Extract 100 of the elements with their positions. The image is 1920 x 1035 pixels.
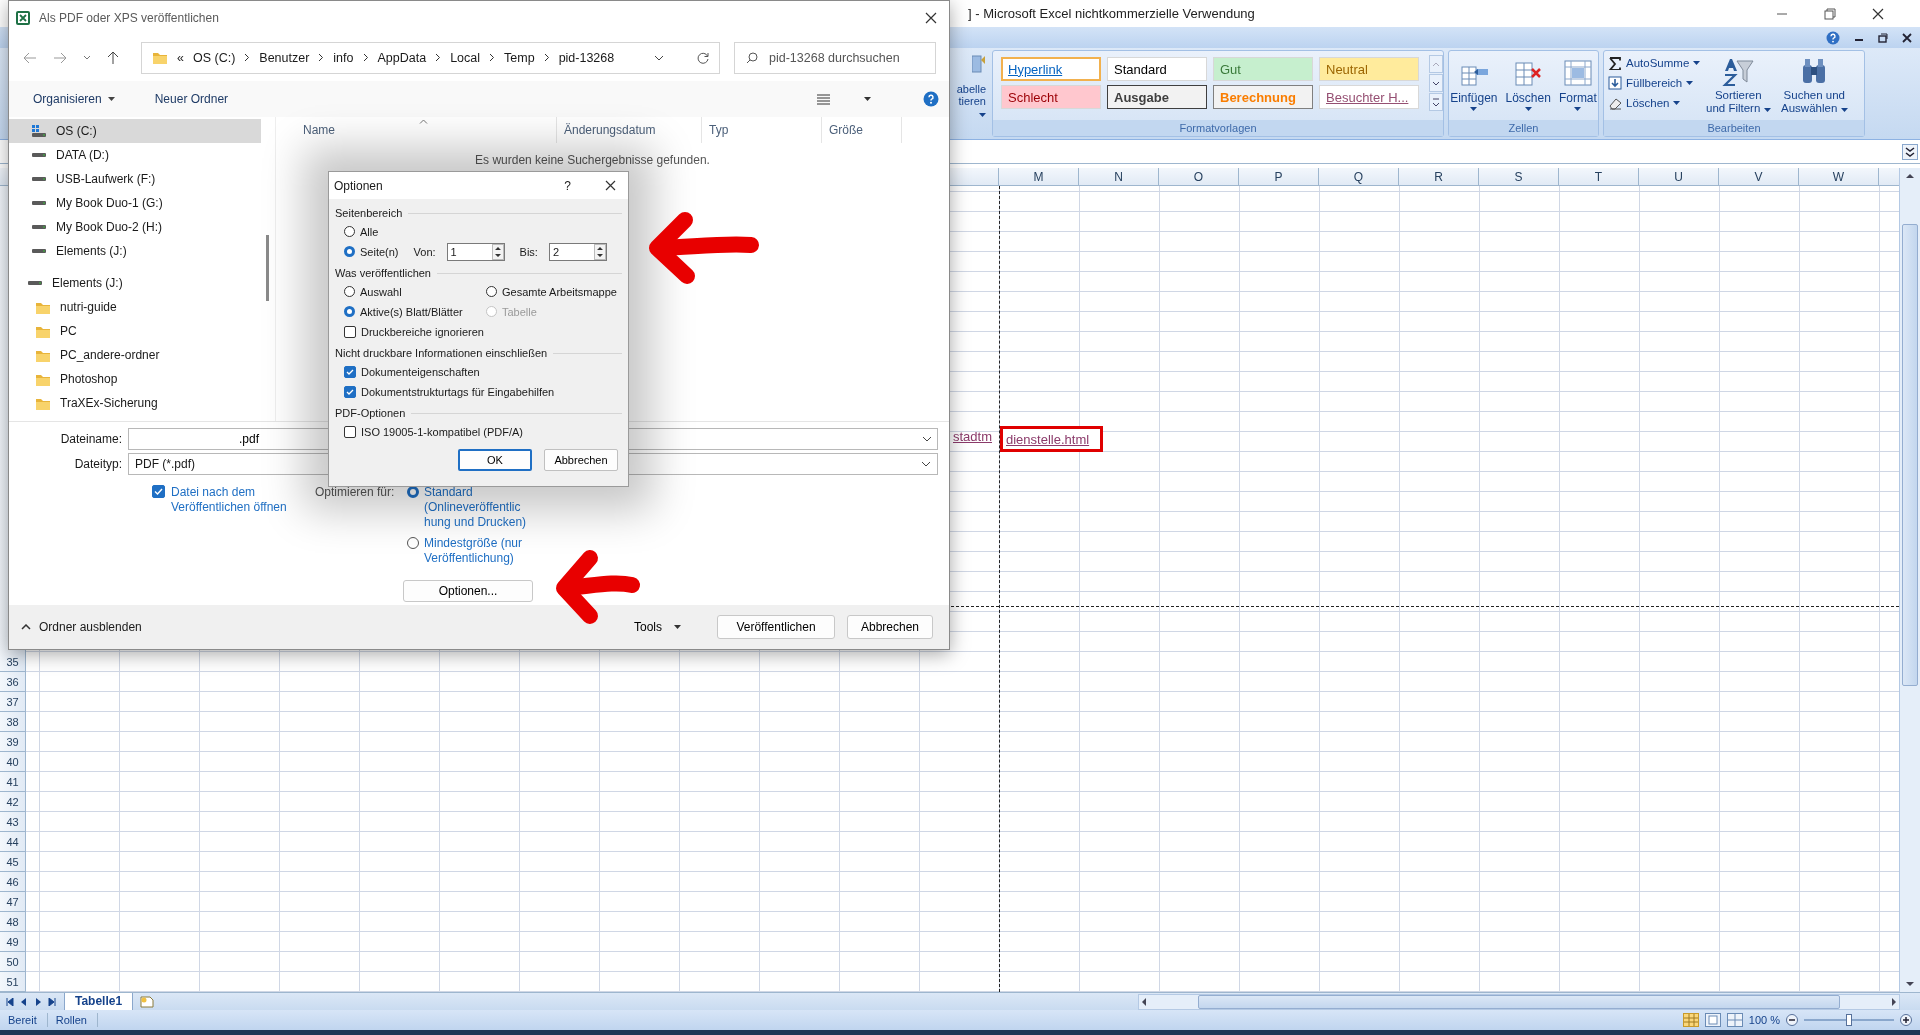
zoom-in-icon[interactable] <box>1900 1014 1912 1026</box>
row-header[interactable]: 38 <box>0 712 25 732</box>
column-header[interactable]: Q <box>1319 168 1399 185</box>
option-label[interactable]: Seite(n) <box>360 245 399 258</box>
chevron-down-icon[interactable] <box>921 461 931 467</box>
column-header[interactable]: R <box>1399 168 1479 185</box>
option-label[interactable]: Auswahl <box>360 285 402 298</box>
ribbon-button[interactable]: Format <box>1554 55 1601 113</box>
chevron-down-icon[interactable] <box>654 54 664 61</box>
option-label[interactable]: Alle <box>360 225 379 238</box>
nav-item[interactable]: TraXEx-Sicherung <box>9 391 261 415</box>
chevron-down-icon[interactable] <box>922 436 932 442</box>
radio-button[interactable] <box>486 286 497 297</box>
nav-item[interactable]: My Book Duo-1 (G:) <box>9 191 261 215</box>
scroll-down-icon[interactable] <box>1429 74 1443 92</box>
help-button[interactable]: ? <box>564 178 571 193</box>
row-header[interactable]: 43 <box>0 812 25 832</box>
cell-style-option[interactable]: Gut <box>1213 57 1313 81</box>
checkbox[interactable] <box>344 425 356 438</box>
breadcrumb-item[interactable]: info <box>333 50 354 65</box>
radio-button[interactable] <box>344 306 355 317</box>
option-label[interactable]: Mindestgröße (nur Veröffentlichung) <box>424 536 527 566</box>
column-header[interactable]: T <box>1559 168 1639 185</box>
nav-item[interactable]: PC_andere-ordner <box>9 343 261 367</box>
column-header[interactable]: M <box>999 168 1079 185</box>
previous-sheet-icon[interactable] <box>20 997 28 1006</box>
column-header[interactable]: S <box>1479 168 1559 185</box>
first-sheet-icon[interactable] <box>6 997 14 1006</box>
breadcrumb-item[interactable]: pid-13268 <box>558 50 615 65</box>
option-label[interactable]: Aktive(s) Blatt/Blätter <box>360 305 463 318</box>
nav-item[interactable]: Photoshop <box>9 367 261 391</box>
ribbon-button[interactable]: Löschen <box>1501 55 1555 113</box>
close-icon[interactable] <box>925 11 937 24</box>
checkbox[interactable] <box>344 325 356 338</box>
ribbon-button[interactable]: Löschen <box>1606 95 1703 111</box>
column-header[interactable]: W <box>1799 168 1879 185</box>
chevron-down-icon[interactable] <box>83 55 91 60</box>
checkbox[interactable] <box>344 385 356 398</box>
checkbox[interactable] <box>152 485 165 498</box>
back-arrow-icon[interactable] <box>23 51 37 64</box>
help-icon[interactable] <box>1826 30 1840 45</box>
cell-style-option[interactable]: Besuchter H... <box>1319 85 1419 109</box>
checkbox-label[interactable]: Dokumenteigenschaften <box>361 365 480 378</box>
zoom-out-icon[interactable] <box>1786 1014 1798 1026</box>
sheet-tab[interactable]: Tabelle1 <box>64 992 134 1011</box>
cancel-button[interactable]: Abbrechen <box>544 449 618 471</box>
scroll-right-icon[interactable] <box>1889 996 1899 1007</box>
breadcrumb-item[interactable]: AppData <box>377 50 427 65</box>
column-header[interactable]: P <box>1239 168 1319 185</box>
cancel-button[interactable]: Abbrechen <box>847 615 933 639</box>
column-header[interactable]: Typ <box>702 117 822 143</box>
ribbon-button[interactable]: Füllbereich <box>1606 75 1703 91</box>
last-sheet-icon[interactable] <box>48 997 56 1006</box>
checkbox-label[interactable]: Dokumentstrukturtags für Eingabehilfen <box>361 385 555 398</box>
search-field[interactable]: pid-13268 durchsuchen <box>734 41 936 74</box>
nav-item[interactable]: Elements (J:) <box>9 239 261 263</box>
option-label[interactable]: Gesamte Arbeitsmappe <box>502 285 617 298</box>
row-header[interactable]: 44 <box>0 832 25 852</box>
ribbon-button[interactable]: Suchen und Auswählen <box>1772 55 1857 115</box>
cell-style-option[interactable]: Hyperlink <box>1001 57 1101 81</box>
column-header[interactable]: Größe <box>822 117 902 143</box>
row-header[interactable]: 48 <box>0 912 25 932</box>
row-header[interactable]: 37 <box>0 692 25 712</box>
nav-item[interactable]: nutri-guide <box>9 295 261 319</box>
column-header[interactable]: U <box>1639 168 1719 185</box>
row-header[interactable]: 45 <box>0 852 25 872</box>
restore-icon[interactable] <box>1878 32 1888 43</box>
overflow-chevron[interactable]: « <box>177 50 184 65</box>
cell-style-option[interactable]: Schlecht <box>1001 85 1101 109</box>
help-icon[interactable] <box>923 91 939 107</box>
radio-button[interactable] <box>344 286 355 297</box>
address-bar[interactable]: « OS (C:) Benutzer info AppData Local Temp pid-13268 <box>141 41 720 74</box>
up-arrow-icon[interactable] <box>107 50 119 65</box>
organize-menu-button[interactable]: Organisieren <box>27 91 121 107</box>
horizontal-scrollbar[interactable] <box>1138 993 1900 1010</box>
spin-field[interactable]: 1 <box>446 242 505 261</box>
cell-link-text[interactable]: stadtm <box>953 429 992 444</box>
row-header[interactable]: 50 <box>0 952 25 972</box>
row-header[interactable]: 36 <box>0 672 25 692</box>
format-as-table-button[interactable]: abelle tieren <box>950 50 986 137</box>
breadcrumb-item[interactable]: OS (C:) <box>192 50 236 65</box>
tools-menu-button[interactable]: Tools <box>628 619 687 635</box>
checkbox[interactable] <box>344 365 356 378</box>
publish-button[interactable]: Veröffentlichen <box>717 615 835 639</box>
hide-folders-link[interactable]: Ordner ausblenden <box>39 620 142 634</box>
row-header[interactable]: 47 <box>0 892 25 912</box>
close-icon[interactable] <box>1872 7 1884 20</box>
column-header[interactable]: N <box>1079 168 1159 185</box>
row-header[interactable]: 35 <box>0 652 25 672</box>
column-header[interactable]: O <box>1159 168 1239 185</box>
cell-style-option[interactable]: Neutral <box>1319 57 1419 81</box>
radio-button[interactable] <box>344 246 355 257</box>
column-header[interactable]: Name <box>296 117 557 143</box>
spin-arrows-icon[interactable] <box>593 243 606 260</box>
column-header[interactable]: Änderungsdatum <box>557 117 702 143</box>
option-label[interactable]: Standard (Onlineveröffentlichung und Drucken) <box>424 485 527 530</box>
ribbon-button[interactable]: Sortieren und Filtern <box>1704 55 1773 115</box>
view-list-icon[interactable] <box>817 93 830 105</box>
nav-item[interactable]: Elements (J:) <box>9 271 261 295</box>
chevron-up-icon[interactable] <box>21 624 31 630</box>
